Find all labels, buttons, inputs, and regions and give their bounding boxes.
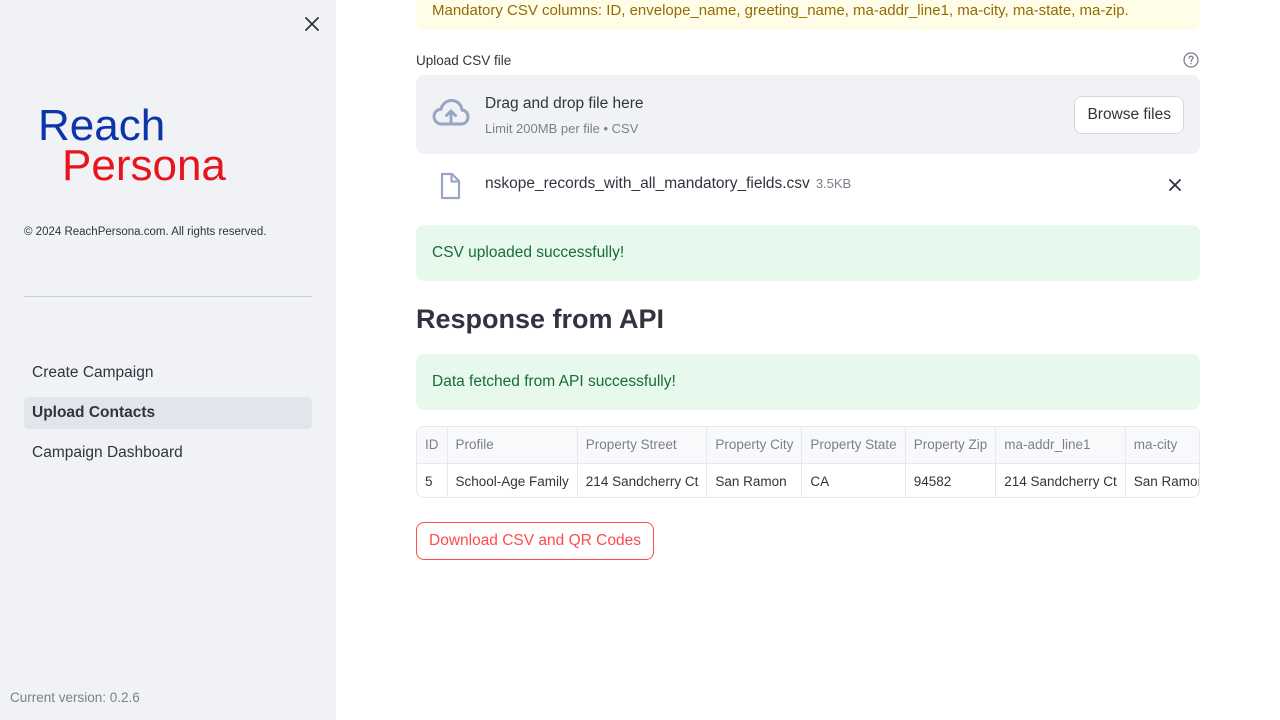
table-cell[interactable]: 214 Sandcherry Ct (577, 463, 708, 497)
column-header[interactable]: Property Street (577, 427, 708, 464)
column-header[interactable]: ID (417, 427, 448, 464)
dropzone-limit-text: Limit 200MB per file • CSV (485, 121, 639, 136)
help-icon[interactable] (1182, 51, 1200, 69)
close-icon (305, 17, 319, 31)
upload-label-row: Upload CSV file (416, 50, 1200, 70)
table-cell[interactable]: 214 Sandcherry Ct (995, 463, 1126, 497)
sidebar-nav: Create Campaign Upload Contacts Campaign… (24, 357, 312, 477)
mandatory-columns-warning: Mandatory CSV columns: ID, envelope_name… (416, 0, 1200, 30)
table-cell[interactable]: 94582 (905, 463, 997, 497)
upload-label: Upload CSV file (416, 52, 512, 68)
column-header[interactable]: ma-city (1125, 427, 1199, 464)
column-header[interactable]: Property State (801, 427, 906, 464)
file-icon (440, 172, 461, 200)
data-table: ID Profile Property Street Property City… (417, 427, 1199, 497)
nav-item-campaign-dashboard[interactable]: Campaign Dashboard (24, 437, 312, 469)
sidebar: Reach Persona © 2024 ReachPersona.com. A… (0, 0, 336, 720)
close-sidebar-button[interactable] (300, 12, 324, 36)
cloud-upload-icon (432, 99, 470, 126)
remove-file-button[interactable] (1164, 174, 1186, 196)
sidebar-divider (24, 296, 312, 297)
table-cell[interactable]: School-Age Family (447, 463, 578, 497)
column-header[interactable]: Property Zip (905, 427, 997, 464)
logo-word-persona: Persona (62, 141, 226, 186)
table-cell[interactable]: CA (801, 463, 906, 497)
column-header[interactable]: ma-addr_line1 (995, 427, 1126, 464)
table-cell[interactable]: San Ramon (706, 463, 803, 497)
nav-item-create-campaign[interactable]: Create Campaign (24, 357, 312, 389)
table-row: 5 School-Age Family 214 Sandcherry Ct Sa… (417, 463, 1199, 497)
api-success-alert: Data fetched from API successfully! (416, 354, 1200, 410)
table-cell[interactable]: 5 (417, 463, 448, 497)
file-size: 3.5KB (815, 176, 852, 191)
version-text: Current version: 0.2.6 (10, 690, 140, 705)
file-name-text: nskope_records_with_all_mandatory_fields… (485, 175, 810, 192)
column-header[interactable]: Profile (447, 427, 578, 464)
download-csv-qr-button[interactable]: Download CSV and QR Codes (416, 522, 654, 560)
dropzone-title: Drag and drop file here (485, 95, 644, 112)
response-data-table[interactable]: ID Profile Property Street Property City… (416, 426, 1200, 498)
close-icon (1169, 179, 1181, 191)
table-cell[interactable]: San Ramon (1125, 463, 1199, 497)
browse-files-button[interactable]: Browse files (1074, 96, 1184, 134)
uploaded-file-name: nskope_records_with_all_mandatory_fields… (485, 175, 851, 193)
nav-item-upload-contacts[interactable]: Upload Contacts (24, 397, 312, 429)
file-dropzone[interactable]: Drag and drop file here Limit 200MB per … (416, 75, 1200, 154)
reachpersona-logo: Reach Persona (38, 101, 226, 186)
copyright-text: © 2024 ReachPersona.com. All rights rese… (24, 226, 267, 238)
column-header[interactable]: Property City (706, 427, 803, 464)
upload-success-alert: CSV uploaded successfully! (416, 225, 1200, 281)
uploaded-file-row: nskope_records_with_all_mandatory_fields… (416, 164, 1200, 206)
table-header-row: ID Profile Property Street Property City… (417, 427, 1199, 464)
response-section-title: Response from API (416, 304, 665, 334)
